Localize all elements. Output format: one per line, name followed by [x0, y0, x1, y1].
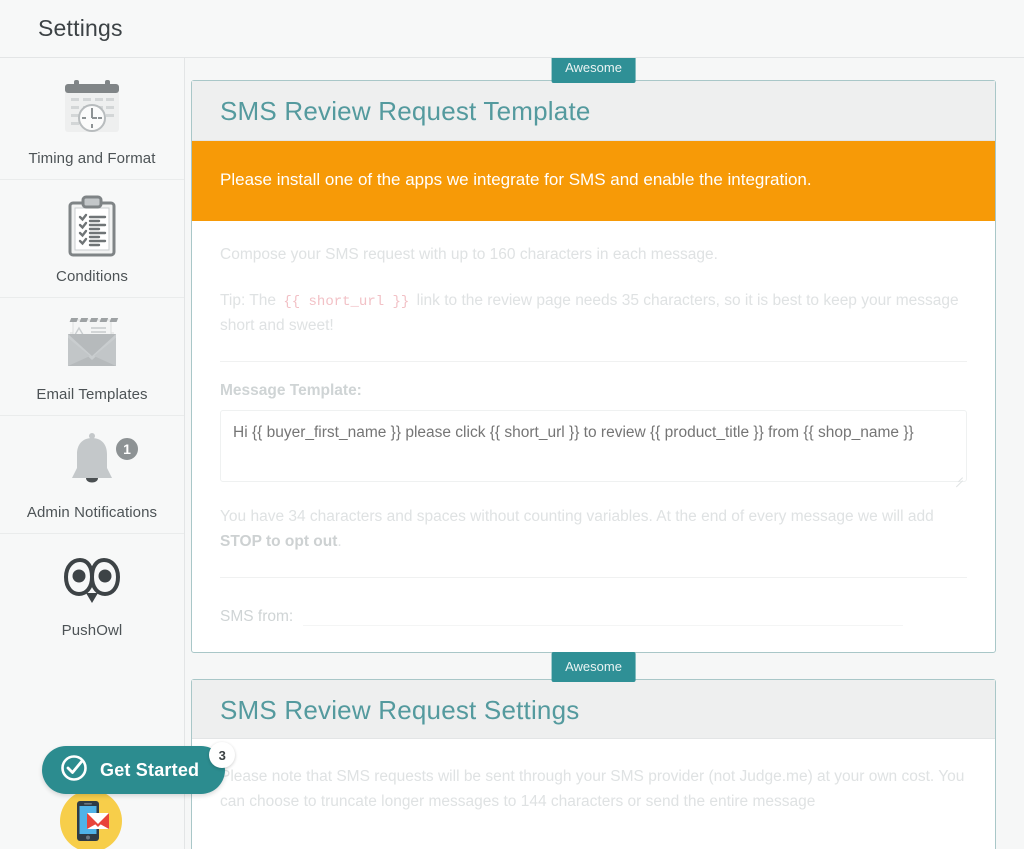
compose-hint-text: Compose your SMS request with up to 160 … [220, 245, 718, 263]
card-body: Compose your SMS request with up to 160 … [192, 221, 995, 652]
get-started-button[interactable]: Get Started 3 [42, 742, 236, 794]
page-title: Settings [38, 15, 123, 41]
clipboard-checklist-icon [6, 194, 178, 260]
settings-page: Settings Timing and Format Conditions Em… [0, 0, 1024, 849]
sidebar-item-pushowl[interactable]: PushOwl [0, 534, 184, 651]
page-body: Timing and Format Conditions Email Templ… [0, 58, 1024, 849]
open-envelope-icon [6, 312, 178, 378]
settings-sidebar: Timing and Format Conditions Email Templ… [0, 58, 185, 849]
sidebar-item-admin-notifications[interactable]: 1 Admin Notifications [0, 416, 184, 534]
card-title: SMS Review Request Settings [220, 694, 580, 725]
sidebar-item-email-templates[interactable]: Email Templates [0, 298, 184, 416]
settings-main: Awesome SMS Review Request Template Plea… [185, 58, 1024, 849]
message-template-input[interactable] [220, 410, 967, 483]
sms-review-request-template-card: Awesome SMS Review Request Template Plea… [191, 58, 996, 653]
get-started-label: Get Started [100, 759, 200, 780]
sidebar-item-timing-and-format[interactable]: Timing and Format [0, 62, 184, 180]
integration-alert: Please install one of the apps we integr… [192, 140, 995, 221]
sidebar-item-label: Admin Notifications [26, 504, 158, 521]
sidebar-item-label: Conditions [56, 268, 128, 285]
sidebar-item-label: Email Templates [36, 386, 148, 403]
check-circle-icon [60, 754, 88, 787]
sms-provider-note-text: Please note that SMS requests will be se… [220, 768, 965, 811]
sidebar-item-conditions[interactable]: Conditions [0, 180, 184, 298]
tip-text: Tip: The {{ short_url }} link to the rev… [220, 289, 967, 339]
card-header: SMS Review Request Template [192, 81, 995, 141]
character-counter-text: You have 34 characters and spaces withou… [220, 505, 967, 555]
divider [220, 361, 967, 363]
sms-phone-mail-icon[interactable] [60, 790, 122, 849]
counter-prefix: You have 34 characters and spaces withou… [220, 508, 934, 526]
tip-prefix: Tip: The [220, 292, 276, 310]
bell-icon: 1 [6, 430, 178, 496]
message-template-label: Message Template: [220, 382, 362, 400]
owl-icon [6, 548, 178, 614]
sms-from-label: SMS from: [220, 607, 294, 625]
short-url-variable: {{ short_url }} [283, 294, 410, 311]
sms-from-input[interactable] [303, 603, 904, 626]
card-title: SMS Review Request Template [220, 96, 591, 126]
awesome-tooltip: Awesome [551, 651, 636, 682]
sms-review-request-settings-card: Awesome SMS Review Request Settings Plea… [191, 651, 996, 849]
sidebar-item-label: PushOwl [61, 622, 123, 639]
sms-from-row: SMS from: [220, 603, 967, 626]
top-bar: Settings [0, 0, 1024, 58]
calendar-clock-icon [6, 76, 178, 142]
sidebar-item-label: Timing and Format [28, 150, 156, 167]
counter-bold: STOP to opt out [220, 532, 338, 550]
card-header: SMS Review Request Settings [192, 679, 995, 740]
counter-suffix: . [337, 532, 342, 550]
notification-count-badge: 1 [114, 436, 140, 462]
divider [220, 576, 967, 578]
message-template-field [220, 410, 967, 488]
awesome-tooltip: Awesome [551, 58, 636, 83]
card-body: Please note that SMS requests will be se… [192, 739, 995, 849]
